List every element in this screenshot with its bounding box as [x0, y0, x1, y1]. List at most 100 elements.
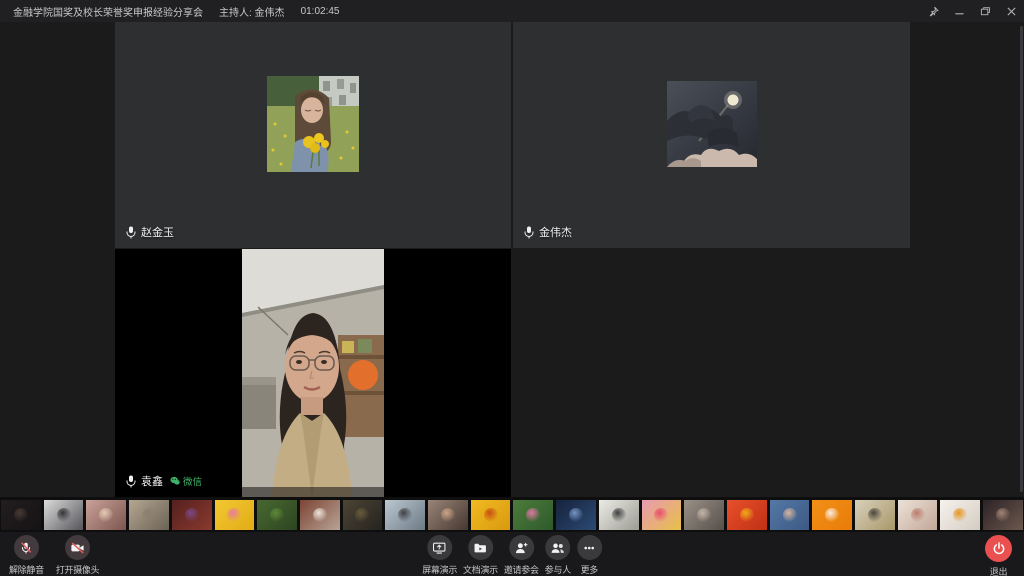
thumbnail-accent — [996, 508, 1010, 522]
participant-thumbnail-gray-cat[interactable] — [129, 500, 169, 530]
thumbnail-accent — [911, 508, 925, 522]
thumbnail-accent — [99, 508, 113, 522]
thumbnail-accent — [57, 508, 71, 522]
participant-thumbnail-light-silhouette[interactable] — [599, 500, 639, 530]
participant-thumbnail-blue-bg-portrait[interactable] — [770, 500, 810, 530]
participant-name: 金伟杰 — [539, 224, 572, 240]
participants-button[interactable]: 参与人 — [545, 535, 571, 576]
unmute-button[interactable]: 解除静音 — [9, 535, 44, 576]
video-grid-scrollbar[interactable] — [1020, 26, 1023, 492]
meeting-title: 金融学院国奖及校长荣誉奖申报经验分享会 — [13, 4, 203, 19]
screen-share-icon — [433, 541, 447, 555]
video-tile-yuanxin[interactable]: 袁鑫 微信 — [115, 249, 511, 497]
open-camera-label: 打开摄像头 — [56, 563, 100, 576]
wechat-icon — [170, 476, 180, 486]
participant-thumbnail-laughing-emoji[interactable] — [471, 500, 511, 530]
screen-share-button[interactable]: 屏幕演示 — [422, 535, 457, 576]
titlebar: 金融学院国奖及校长荣誉奖申报经验分享会 主持人: 金伟杰 01:02:45 — [0, 0, 1024, 22]
name-badge: 赵金玉 — [126, 224, 174, 240]
invite-label: 邀请参会 — [504, 563, 539, 576]
participant-thumbnail-red-cartoon[interactable] — [727, 500, 767, 530]
thumbnail-strip — [0, 497, 1024, 532]
participant-thumbnail-gray-portrait[interactable] — [684, 500, 724, 530]
participant-thumbnail-goose-cartoon[interactable] — [940, 500, 980, 530]
participant-thumbnail-warm-portrait[interactable] — [86, 500, 126, 530]
participant-thumbnail-pink-lotus[interactable] — [513, 500, 553, 530]
avatar-zhaojinyu — [267, 76, 359, 172]
thumbnail-accent — [441, 508, 455, 522]
minimize-icon[interactable] — [946, 0, 972, 22]
maximize-icon[interactable] — [972, 0, 998, 22]
power-icon — [992, 542, 1006, 556]
meeting-duration: 01:02:45 — [301, 6, 340, 17]
mic-muted-icon — [126, 475, 136, 488]
pin-icon[interactable] — [920, 0, 946, 22]
invite-icon — [514, 541, 528, 555]
live-video-yuanxin — [242, 249, 384, 497]
bottom-toolbar: 解除静音 打开摄像头 — [0, 532, 1024, 576]
thumbnail-accent — [654, 508, 668, 522]
mic-off-icon — [19, 541, 33, 555]
participant-thumbnail-earth-moon[interactable] — [556, 500, 596, 530]
thumbnail-accent — [868, 508, 882, 522]
name-badge: 袁鑫 微信 — [126, 473, 202, 489]
host-label: 主持人: 金伟杰 — [219, 4, 285, 19]
thumbnail-accent — [355, 508, 369, 522]
thumbnail-accent — [783, 508, 797, 522]
thumbnail-accent — [142, 508, 156, 522]
wechat-tag-label: 微信 — [183, 474, 202, 488]
thumbnail-accent — [398, 508, 412, 522]
exit-button[interactable]: 退出 — [985, 535, 1012, 576]
mic-muted-icon — [524, 226, 534, 239]
camera-off-icon — [70, 541, 85, 555]
wechat-tag: 微信 — [170, 474, 202, 488]
participant-thumbnail-dark-photo[interactable] — [1, 500, 41, 530]
invite-button[interactable]: 邀请参会 — [504, 535, 539, 576]
more-icon — [582, 541, 596, 555]
participant-thumbnail-white-cat[interactable] — [300, 500, 340, 530]
thumbnail-accent — [953, 508, 967, 522]
thumbnail-accent — [526, 508, 540, 522]
participant-thumbnail-yellow-emoji-bow[interactable] — [215, 500, 255, 530]
participant-thumbnail-anime-boy[interactable] — [343, 500, 383, 530]
participant-thumbnail-winter-portrait[interactable] — [385, 500, 425, 530]
toolbar-left-group: 解除静音 打开摄像头 — [9, 535, 99, 576]
more-button[interactable]: 更多 — [577, 535, 602, 576]
thumbnail-accent — [484, 508, 498, 522]
thumbnail-accent — [569, 508, 583, 522]
participants-icon — [550, 541, 565, 555]
thumbnail-accent — [14, 508, 28, 522]
participant-thumbnail-tan-portrait[interactable] — [428, 500, 468, 530]
thumbnail-accent — [612, 508, 626, 522]
participant-thumbnail-sheet-music[interactable] — [855, 500, 895, 530]
open-camera-button[interactable]: 打开摄像头 — [56, 535, 100, 576]
unmute-label: 解除静音 — [9, 563, 44, 576]
participant-thumbnail-orange-cartoon[interactable] — [812, 500, 852, 530]
thumbnail-accent — [825, 508, 839, 522]
document-share-button[interactable]: 文档演示 — [463, 535, 498, 576]
participant-thumbnail-hearts-cartoon[interactable] — [642, 500, 682, 530]
screen-share-label: 屏幕演示 — [422, 563, 457, 576]
participant-thumbnail-dark-red-cone[interactable] — [172, 500, 212, 530]
exit-label: 退出 — [990, 565, 1007, 576]
thumbnail-accent — [697, 508, 711, 522]
participant-thumbnail-bw-anime-portrait[interactable] — [44, 500, 84, 530]
participant-thumbnail-dark-portrait[interactable] — [983, 500, 1023, 530]
thumbnail-accent — [270, 508, 284, 522]
more-label: 更多 — [581, 563, 598, 576]
toolbar-center-group: 屏幕演示 文档演示 邀 — [422, 535, 602, 576]
participant-name: 袁鑫 — [141, 473, 163, 489]
toolbar-right-group: 退出 — [985, 535, 1012, 576]
video-tile-zhaojinyu[interactable]: 赵金玉 — [115, 22, 511, 248]
close-icon[interactable] — [998, 0, 1024, 22]
name-badge: 金伟杰 — [524, 224, 572, 240]
participant-thumbnail-sketch-cat[interactable] — [898, 500, 938, 530]
thumbnail-accent — [740, 508, 754, 522]
thumbnail-accent — [313, 508, 327, 522]
document-share-label: 文档演示 — [463, 563, 498, 576]
participants-label: 参与人 — [545, 563, 571, 576]
thumbnail-accent — [185, 508, 199, 522]
video-tile-jinweijie[interactable]: 金伟杰 — [513, 22, 910, 248]
participant-thumbnail-green-foliage[interactable] — [257, 500, 297, 530]
participant-name: 赵金玉 — [141, 224, 174, 240]
